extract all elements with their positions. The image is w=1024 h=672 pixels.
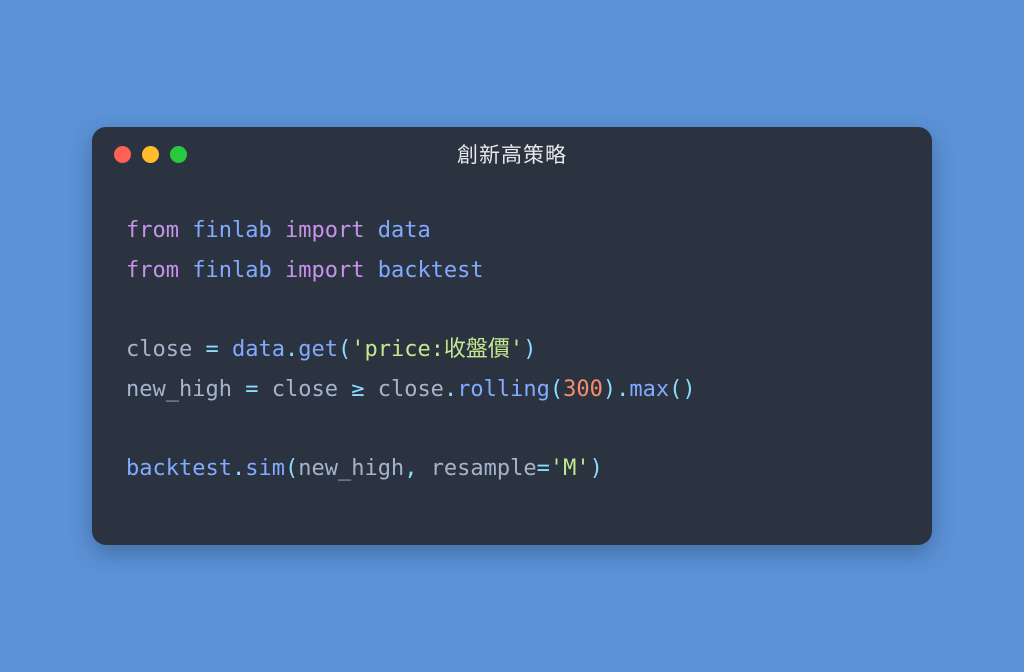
keyword: from (126, 258, 179, 283)
dot: . (444, 377, 457, 402)
paren: ( (550, 377, 563, 402)
identifier: data (232, 337, 285, 362)
operator: ≥ (351, 377, 364, 402)
paren: ) (682, 377, 695, 402)
window-title: 創新高策略 (457, 139, 567, 169)
variable: close (378, 377, 444, 402)
operator: = (537, 456, 550, 481)
paren: ( (669, 377, 682, 402)
paren: ) (603, 377, 616, 402)
code-window: 創新高策略 from finlab import data from finla… (92, 127, 932, 544)
maximize-icon[interactable] (170, 146, 187, 163)
number: 300 (563, 377, 603, 402)
keyword: from (126, 218, 179, 243)
dot: . (285, 337, 298, 362)
variable: close (272, 377, 338, 402)
paren: ) (523, 337, 536, 362)
function: sim (245, 456, 285, 481)
function: max (629, 377, 669, 402)
paren: ( (285, 456, 298, 481)
variable: new_high (298, 456, 404, 481)
string: 'price:收盤價' (351, 337, 523, 362)
function: get (298, 337, 338, 362)
keyword: import (285, 218, 364, 243)
variable: close (126, 337, 192, 362)
operator: = (245, 377, 258, 402)
identifier: finlab (192, 218, 271, 243)
minimize-icon[interactable] (142, 146, 159, 163)
operator: = (205, 337, 218, 362)
titlebar: 創新高策略 (92, 127, 932, 181)
identifier: backtest (126, 456, 232, 481)
argument: resample (431, 456, 537, 481)
keyword: import (285, 258, 364, 283)
code-area: from finlab import data from finlab impo… (92, 181, 932, 544)
string: 'M' (550, 456, 590, 481)
paren: ( (338, 337, 351, 362)
close-icon[interactable] (114, 146, 131, 163)
identifier: finlab (192, 258, 271, 283)
comma: , (404, 456, 417, 481)
variable: new_high (126, 377, 232, 402)
dot: . (616, 377, 629, 402)
function: rolling (457, 377, 550, 402)
paren: ) (590, 456, 603, 481)
identifier: data (378, 218, 431, 243)
traffic-lights (114, 146, 187, 163)
dot: . (232, 456, 245, 481)
identifier: backtest (378, 258, 484, 283)
